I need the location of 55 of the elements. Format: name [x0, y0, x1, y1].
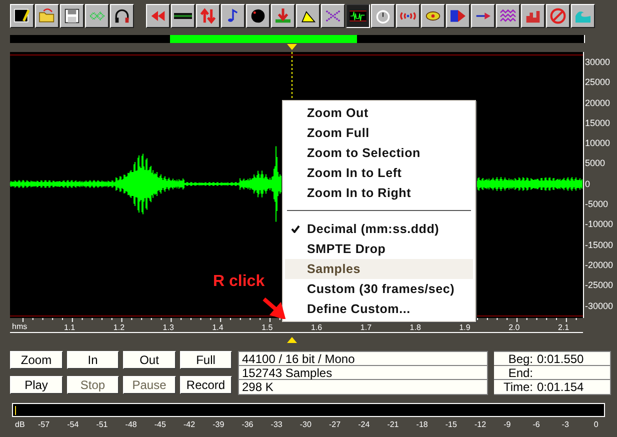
meter-scale-label: -33	[270, 419, 282, 431]
axis-label: -10000	[584, 218, 614, 232]
meter-scale-label: -42	[184, 419, 196, 431]
meter-unit-label: dB	[15, 419, 25, 431]
axis-label: 1.1	[64, 322, 76, 334]
info-text: 298 K	[241, 380, 274, 394]
axis-label: 1.6	[311, 322, 322, 334]
axis-label: 5000	[584, 157, 606, 170]
meter-scale-label: -54	[67, 419, 79, 431]
meter-scale-label: -48	[125, 419, 137, 431]
meter-scale-label: -24	[358, 419, 370, 431]
axis-label: 1.3	[162, 322, 174, 334]
field-label: Beg:	[507, 352, 534, 365]
axis-label: 2.1	[558, 322, 570, 334]
field-value: 0:01.154	[537, 380, 584, 394]
field-label: Time:	[502, 380, 534, 394]
meter-scale-label: -12	[474, 419, 486, 431]
meter-scale-label: -3	[562, 419, 569, 431]
meter-scale-label: -18	[416, 419, 428, 431]
axis-unit-label: hms	[12, 321, 28, 333]
axis-label: 1.5	[262, 322, 273, 334]
meter-scale-label: -51	[96, 419, 108, 431]
meter-scale-label: -45	[154, 419, 166, 431]
meter-scale-label: -27	[329, 419, 341, 431]
annotation-text: R click	[213, 274, 265, 290]
meter-scale-label: -15	[445, 419, 457, 431]
axis-label: 25000	[584, 76, 612, 90]
meter-scale-label: -6	[532, 419, 540, 431]
axis-label: 1.2	[113, 322, 125, 334]
meter-scale-label: -9	[504, 419, 511, 431]
field-label: End:	[507, 366, 534, 379]
axis-label: 1.7	[360, 322, 372, 334]
axis-label: -25000	[584, 279, 614, 292]
meter-scale-label: -21	[387, 419, 399, 431]
axis-label: 2.0	[508, 322, 520, 334]
axis-label: -5000	[584, 198, 610, 212]
meter-scale-label: 0	[594, 419, 598, 431]
info-text: 152743 Samples	[239, 366, 487, 380]
meter-scale-label: -36	[242, 419, 254, 431]
axis-label: 30000	[584, 56, 612, 69]
axis-label: -20000	[584, 258, 614, 272]
field-value: 0:01.550	[537, 352, 584, 365]
axis-label: 20000	[584, 96, 612, 110]
axis-label: 1.4	[212, 322, 224, 334]
axis-label: 15000	[584, 116, 612, 130]
meter-scale-label: -39	[212, 419, 224, 431]
meter-scale-label: -30	[300, 419, 312, 431]
axis-label: 1.9	[459, 322, 470, 334]
axis-label: 10000	[584, 137, 612, 150]
axis-label: -30000	[584, 300, 614, 313]
axis-label: 1.8	[410, 322, 421, 334]
axis-label: 0	[584, 178, 592, 191]
meter-scale-label: -57	[38, 419, 50, 431]
info-text: 44100 / 16 bit / Mono	[239, 352, 487, 366]
axis-label: -15000	[584, 238, 614, 252]
